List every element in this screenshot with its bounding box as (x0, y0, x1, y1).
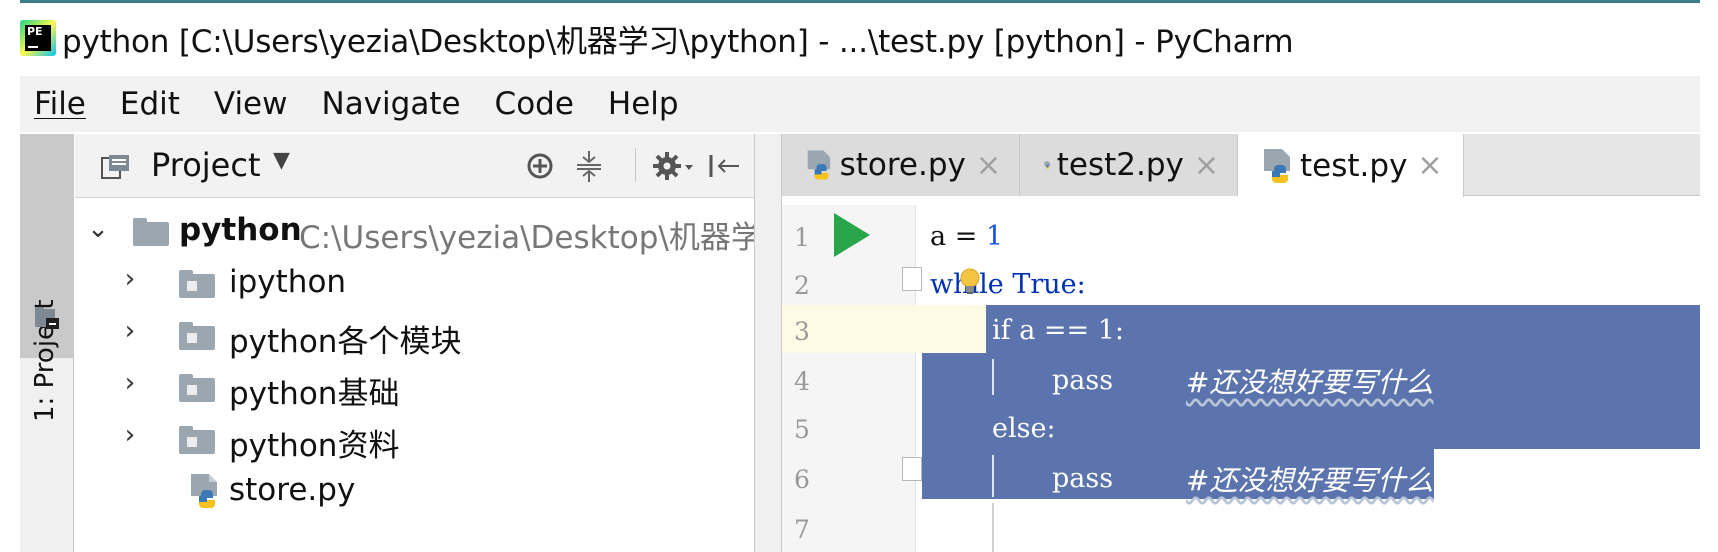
chevron-right-icon[interactable]: › (115, 264, 145, 294)
tab-test-py[interactable]: test.py × (1238, 134, 1464, 197)
tab-test2-py[interactable]: test2.py × (1020, 134, 1238, 196)
project-view-icon (101, 155, 129, 179)
folder-icon (35, 307, 59, 329)
menu-edit[interactable]: Edit (120, 86, 180, 122)
project-tool-tab[interactable]: 1: Project (20, 134, 74, 422)
tree-root-python[interactable]: ⌄ python C:\Users\yezia\Desktop\机器学习 (75, 206, 793, 258)
window-accent-line (20, 0, 1700, 3)
tree-item-label: ipython (229, 264, 347, 300)
fold-marker-icon[interactable] (902, 457, 922, 481)
tree-root-path: C:\Users\yezia\Desktop\机器学习 (299, 220, 793, 256)
project-panel-title[interactable]: Project (151, 146, 260, 184)
line-number: 7 (794, 515, 810, 544)
project-panel-header: Project ▼ (75, 134, 755, 198)
chevron-right-icon[interactable]: › (115, 368, 145, 398)
tree-item-store-py[interactable]: store.py (75, 466, 755, 518)
tab-label: store.py (839, 147, 966, 183)
tab-store-py[interactable]: store.py × (782, 134, 1020, 196)
chevron-right-icon[interactable]: › (115, 316, 145, 346)
hide-panel-icon[interactable] (707, 148, 743, 184)
pycharm-logo-icon: PE (20, 20, 56, 56)
folder-icon (179, 374, 215, 402)
locate-icon[interactable] (525, 148, 555, 184)
indent-guide (992, 359, 994, 395)
caret-row-highlight-code (916, 305, 986, 353)
tree-root-name: python (179, 212, 302, 248)
lightbulb-icon[interactable] (958, 268, 982, 296)
menu-help[interactable]: Help (608, 86, 679, 122)
menu-code[interactable]: Code (495, 86, 574, 122)
code-line-3: if a == 1: (992, 315, 1124, 346)
tree-item-label: python基础 (229, 376, 400, 412)
folder-icon (179, 426, 215, 454)
tool-window-stripe: 1: Project (20, 134, 74, 552)
python-file-icon (1044, 161, 1050, 169)
menu-file[interactable]: File (34, 86, 86, 122)
close-icon[interactable]: × (1194, 148, 1219, 183)
folder-icon (179, 322, 215, 350)
tree-item-ipython[interactable]: › ipython (75, 258, 755, 310)
indent-guide (992, 503, 994, 552)
python-file-icon (807, 150, 831, 180)
run-icon[interactable] (834, 213, 870, 257)
python-file-icon (191, 474, 217, 508)
menu-navigate[interactable]: Navigate (322, 86, 461, 122)
code-comment: #还没想好要写什么 (1186, 464, 1434, 497)
code-comment: #还没想好要写什么 (1186, 366, 1434, 399)
close-icon[interactable]: × (1417, 148, 1442, 183)
python-file-icon (1264, 148, 1290, 183)
tree-item-python-modules[interactable]: › python各个模块 (75, 310, 755, 362)
code-line-6: pass (1052, 463, 1114, 494)
line-number: 4 (794, 367, 810, 396)
code-line-4: pass (1052, 365, 1114, 396)
tree-item-label: python各个模块 (229, 324, 462, 360)
tree-item-label: python资料 (229, 428, 400, 464)
code-editor[interactable]: 1 2 3 4 5 6 7 a = 1 while True: if a == … (782, 205, 1700, 552)
code-line-1: a = 1 (930, 221, 1004, 252)
caret-down-icon[interactable]: ▼ (273, 148, 290, 173)
title-bar: PE python [C:\Users\yezia\Desktop\机器学习\p… (20, 8, 1700, 68)
menu-bar: File Edit View Navigate Code Help (20, 76, 1700, 132)
line-number: 3 (794, 317, 810, 346)
collapse-all-icon[interactable] (575, 148, 603, 184)
tree-item-python-basics[interactable]: › python基础 (75, 362, 755, 414)
close-icon[interactable]: × (976, 148, 1001, 183)
editor-tab-bar: store.py × test2.py × test.py × (782, 134, 1700, 197)
tree-item-python-materials[interactable]: › python资料 (75, 414, 755, 466)
menu-view[interactable]: View (214, 86, 288, 122)
project-panel: Project ▼ ⌄ python C:\Users\yezia\Deskto… (75, 134, 793, 552)
fold-marker-icon[interactable] (902, 267, 922, 291)
code-line-5: else: (992, 413, 1056, 444)
folder-icon (179, 270, 215, 298)
settings-icon[interactable] (653, 148, 697, 184)
toolbar-separator (635, 148, 636, 182)
line-number: 6 (794, 465, 810, 494)
tab-label: test2.py (1056, 147, 1184, 183)
window-title: python [C:\Users\yezia\Desktop\机器学习\pyth… (62, 23, 1294, 60)
line-number: 5 (794, 415, 810, 444)
panel-splitter[interactable] (754, 134, 782, 552)
indent-guide (992, 455, 994, 497)
chevron-right-icon[interactable]: › (115, 420, 145, 450)
code-line-2: while True: (930, 269, 1086, 300)
line-number: 1 (794, 223, 810, 252)
tab-label: test.py (1300, 147, 1408, 184)
line-number: 2 (794, 271, 810, 300)
tree-item-label: store.py (229, 472, 356, 508)
chevron-down-icon[interactable]: ⌄ (83, 214, 113, 244)
folder-icon (133, 218, 169, 246)
